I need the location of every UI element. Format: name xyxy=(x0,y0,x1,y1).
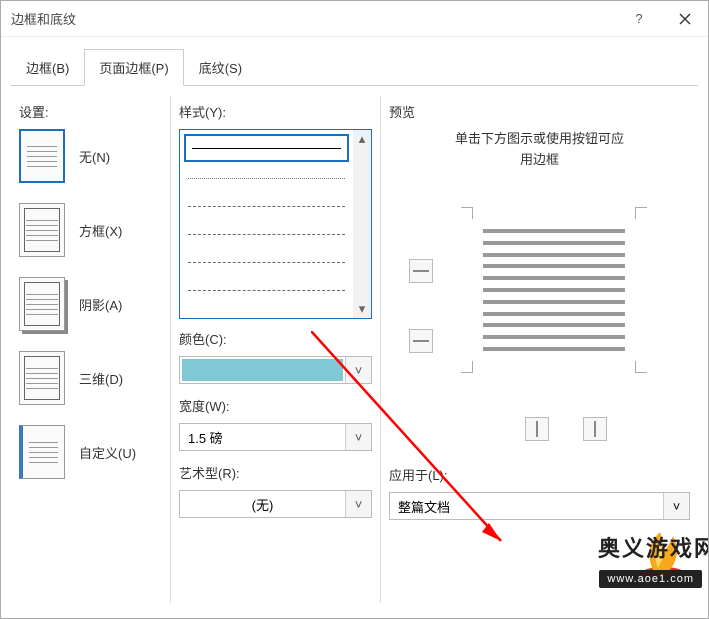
title-bar: 边框和底纹 ? xyxy=(1,1,708,37)
border-bottom-toggle[interactable] xyxy=(409,329,433,353)
setting-shadow-icon xyxy=(19,277,65,331)
art-label: 艺术型(R): xyxy=(179,463,372,482)
window-title: 边框和底纹 xyxy=(11,9,616,28)
settings-column: 设置: 无(N) 方框(X) 阴影(A) xyxy=(11,96,171,603)
style-column: 样式(Y): ▴ ▾ 颜色(C): ˅ xyxy=(171,96,381,603)
apply-to-dropdown[interactable]: 整篇文档 ˅ xyxy=(389,492,690,520)
preview-box: 单击下方图示或使用按钮可应用边框 xyxy=(389,129,690,449)
watermark-url: www.aoe1.com xyxy=(599,570,702,588)
preview-label: 预览 xyxy=(389,102,690,121)
style-option[interactable] xyxy=(182,220,351,248)
setting-shadow-label: 阴影(A) xyxy=(79,295,122,314)
setting-3d[interactable]: 三维(D) xyxy=(19,351,162,405)
tab-page-border[interactable]: 页面边框(P) xyxy=(84,49,183,86)
help-button[interactable]: ? xyxy=(616,1,662,37)
width-value: 1.5 磅 xyxy=(180,424,345,450)
setting-none-label: 无(N) xyxy=(79,147,110,166)
page-preview xyxy=(469,215,639,365)
art-value: (无) xyxy=(180,491,345,517)
preview-hint: 单击下方图示或使用按钮可应用边框 xyxy=(389,129,690,171)
tab-strip: 边框(B) 页面边框(P) 底纹(S) xyxy=(1,37,708,86)
chevron-down-icon: ˅ xyxy=(663,493,689,519)
border-right-toggle[interactable] xyxy=(583,417,607,441)
setting-custom-icon xyxy=(19,425,65,479)
watermark-site-name: 奥义游戏网 xyxy=(598,531,709,563)
style-listbox[interactable]: ▴ ▾ xyxy=(179,129,372,319)
style-label: 样式(Y): xyxy=(179,102,372,121)
color-swatch xyxy=(182,359,343,381)
setting-shadow[interactable]: 阴影(A) xyxy=(19,277,162,331)
borders-shading-dialog: 边框和底纹 ? 边框(B) 页面边框(P) 底纹(S) 设置: 无(N) 方框(… xyxy=(0,0,709,619)
apply-label: 应用于(L): xyxy=(389,465,690,484)
setting-box-label: 方框(X) xyxy=(79,221,122,240)
setting-none-icon xyxy=(19,129,65,183)
width-label: 宽度(W): xyxy=(179,396,372,415)
close-button[interactable] xyxy=(662,1,708,37)
tab-borders[interactable]: 边框(B) xyxy=(11,49,84,86)
color-label: 颜色(C): xyxy=(179,329,372,348)
scroll-up-icon[interactable]: ▴ xyxy=(353,130,371,148)
style-option[interactable] xyxy=(182,164,351,192)
tab-shading[interactable]: 底纹(S) xyxy=(184,49,257,86)
setting-custom-label: 自定义(U) xyxy=(79,443,136,462)
dialog-content: 设置: 无(N) 方框(X) 阴影(A) xyxy=(1,86,708,603)
border-left-toggle[interactable] xyxy=(525,417,549,441)
style-option[interactable] xyxy=(182,276,351,304)
setting-box-icon xyxy=(19,203,65,257)
chevron-down-icon: ˅ xyxy=(345,424,371,450)
style-option[interactable] xyxy=(182,248,351,276)
art-dropdown[interactable]: (无) ˅ xyxy=(179,490,372,518)
width-dropdown[interactable]: 1.5 磅 ˅ xyxy=(179,423,372,451)
setting-custom[interactable]: 自定义(U) xyxy=(19,425,162,479)
apply-to-value: 整篇文档 xyxy=(390,493,663,519)
chevron-down-icon: ˅ xyxy=(345,357,371,383)
style-scrollbar[interactable]: ▴ ▾ xyxy=(353,130,371,318)
scroll-down-icon[interactable]: ▾ xyxy=(353,300,371,318)
setting-none[interactable]: 无(N) xyxy=(19,129,162,183)
setting-3d-icon xyxy=(19,351,65,405)
close-icon xyxy=(679,13,691,25)
border-top-toggle[interactable] xyxy=(409,259,433,283)
setting-3d-label: 三维(D) xyxy=(79,369,123,388)
color-dropdown[interactable]: ˅ xyxy=(179,356,372,384)
chevron-down-icon: ˅ xyxy=(345,491,371,517)
style-option-solid[interactable] xyxy=(184,134,349,162)
style-option[interactable] xyxy=(182,192,351,220)
preview-column: 预览 单击下方图示或使用按钮可应用边框 应用于(L): 整篇文档 xyxy=(381,96,698,603)
setting-box[interactable]: 方框(X) xyxy=(19,203,162,257)
settings-label: 设置: xyxy=(19,102,162,121)
